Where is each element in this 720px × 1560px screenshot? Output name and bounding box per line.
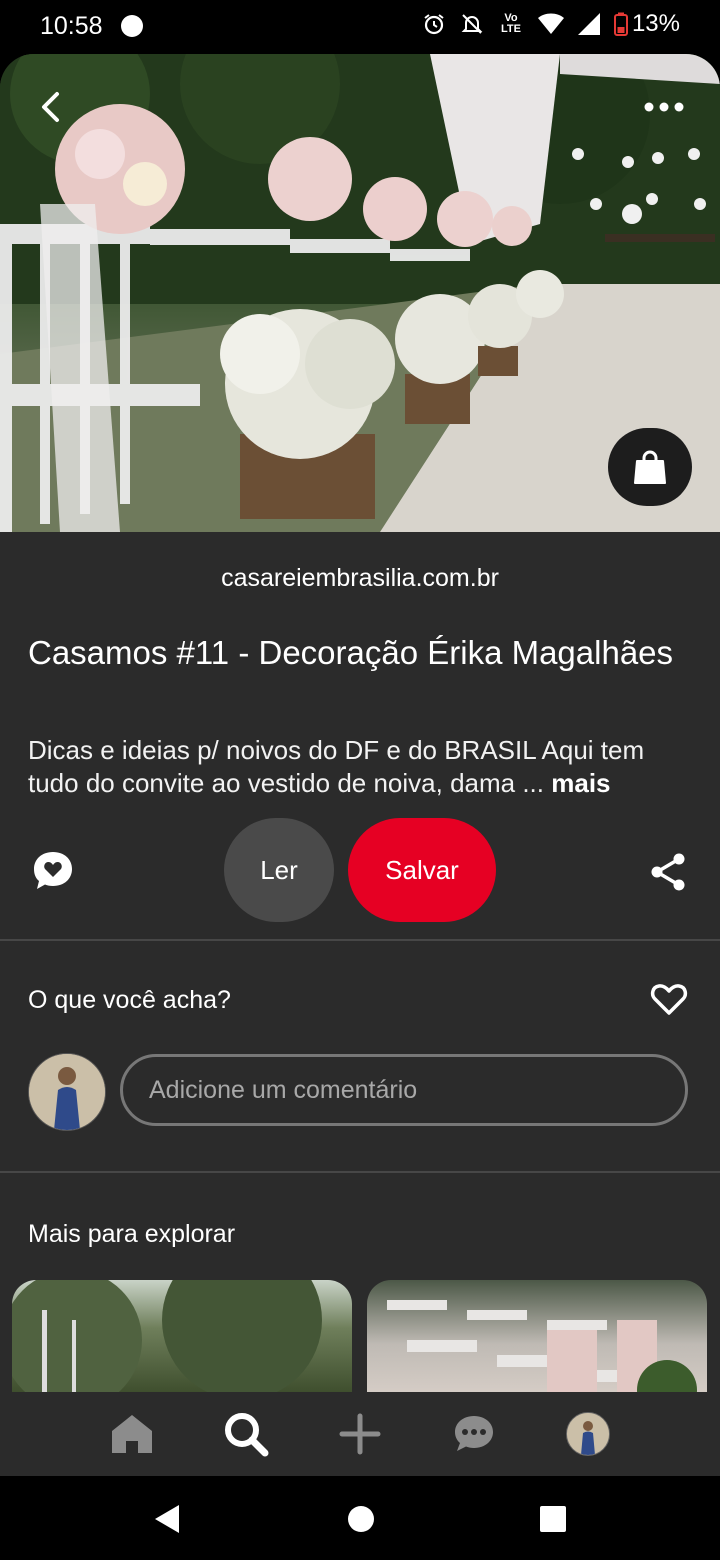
system-back-button[interactable] — [150, 1502, 184, 1536]
square-recents-icon — [540, 1506, 566, 1532]
comment-input[interactable] — [120, 1054, 688, 1126]
status-time: 10:58 — [40, 12, 103, 40]
comments-button[interactable] — [28, 846, 78, 896]
system-recents-button[interactable] — [536, 1502, 570, 1536]
share-icon — [651, 853, 685, 891]
triangle-back-icon — [155, 1505, 179, 1533]
volte-icon: Vo LTE — [500, 12, 521, 35]
wifi-icon — [537, 13, 564, 35]
search-icon — [225, 1413, 269, 1457]
read-button[interactable]: Ler — [224, 818, 334, 922]
nav-create[interactable] — [332, 1406, 388, 1462]
divider — [0, 1171, 720, 1173]
description-more-link[interactable]: mais — [551, 768, 610, 798]
more-options-button[interactable] — [634, 84, 694, 130]
bottom-nav — [0, 1392, 720, 1476]
react-button[interactable] — [650, 982, 688, 1021]
system-nav-bar — [0, 1476, 720, 1560]
save-button[interactable]: Salvar — [348, 818, 496, 922]
pin-detail-screen: casareiembrasilia.com.br Casamos #11 - D… — [0, 54, 720, 1392]
pin-description: Dicas e ideias p/ noivos do DF e do BRAS… — [28, 734, 692, 800]
chat-heart-icon — [34, 852, 72, 889]
chairs-thumbnail — [387, 1300, 697, 1392]
shopping-bag-icon — [634, 450, 666, 484]
signal-icon — [577, 13, 600, 35]
nav-home[interactable] — [104, 1406, 160, 1462]
explore-heading: Mais para explorar — [28, 1220, 236, 1248]
comments-heading: O que você acha? — [28, 986, 231, 1014]
avatar-photo — [29, 1054, 105, 1130]
alarm-icon — [422, 12, 446, 36]
ellipsis-icon — [644, 102, 684, 112]
status-bar: 10:58 Vo LTE 13% — [0, 0, 720, 54]
pin-actions: Ler Salvar — [0, 818, 720, 924]
pin-title: Casamos #11 - Decoração Érika Magalhães — [28, 634, 674, 671]
nav-messages[interactable] — [446, 1406, 502, 1462]
battery-icon — [613, 12, 628, 36]
user-avatar[interactable] — [28, 1053, 106, 1131]
profile-avatar — [566, 1412, 610, 1456]
heart-icon — [650, 984, 688, 1015]
shop-button[interactable] — [608, 428, 692, 506]
circle-home-icon — [348, 1506, 374, 1532]
trees-thumbnail — [12, 1280, 322, 1392]
pin-image[interactable] — [0, 54, 720, 532]
back-button[interactable] — [28, 84, 74, 130]
chat-icon — [455, 1416, 493, 1451]
pin-source-link[interactable]: casareiembrasilia.com.br — [0, 564, 720, 593]
share-button[interactable] — [644, 848, 692, 896]
divider — [0, 939, 720, 941]
home-icon — [112, 1415, 152, 1453]
battery-percent: 13% — [631, 10, 680, 37]
explore-pin-card[interactable] — [12, 1280, 352, 1392]
nav-profile[interactable] — [560, 1406, 616, 1462]
nav-search[interactable] — [218, 1406, 274, 1462]
notification-dot-icon — [121, 15, 143, 37]
mute-icon — [460, 12, 484, 36]
status-icons: Vo LTE 13% — [422, 10, 680, 38]
back-arrow-icon — [42, 92, 59, 122]
system-home-button[interactable] — [344, 1502, 378, 1536]
plus-icon — [339, 1413, 381, 1455]
explore-pin-card[interactable] — [367, 1280, 707, 1392]
